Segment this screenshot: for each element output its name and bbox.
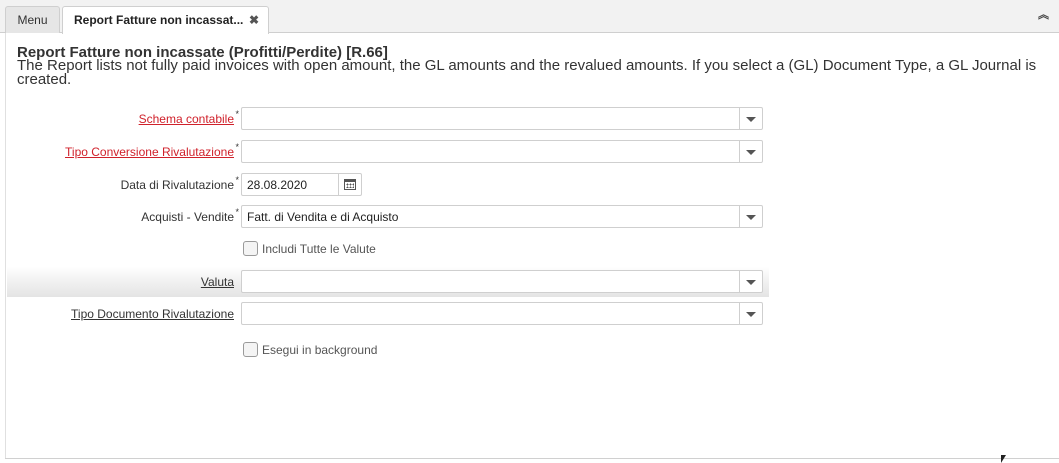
schema-dropdown-button[interactable]: [739, 108, 762, 129]
chevron-down-icon: [746, 280, 756, 285]
tipo-conversione-label[interactable]: Tipo Conversione Rivalutazione *: [65, 142, 239, 159]
data-label: Data di Rivalutazione *: [120, 175, 239, 192]
valuta-select[interactable]: [241, 270, 763, 293]
calendar-icon: [344, 179, 356, 190]
includi-label: Includi Tutte le Valute: [262, 242, 376, 256]
schema-label-text: Schema contabile: [138, 112, 234, 126]
esegui-checkbox[interactable]: [243, 342, 258, 357]
date-value: 28.08.2020: [247, 178, 308, 192]
acquisti-label-text: Acquisti - Vendite: [141, 210, 234, 224]
field-row-tipo-conversione: Tipo Conversione Rivalutazione *: [7, 137, 769, 167]
calendar-button[interactable]: [338, 173, 362, 196]
tab-report[interactable]: Report Fatture non incassat... ✖: [62, 6, 269, 34]
data-label-text: Data di Rivalutazione: [120, 178, 234, 192]
tab-report-label: Report Fatture non incassat...: [74, 13, 244, 27]
required-mark: *: [235, 175, 239, 185]
required-mark: *: [235, 207, 239, 217]
chevron-down-icon: [746, 312, 756, 317]
tab-bar: Menu Report Fatture non incassat... ✖ ︽: [0, 0, 1059, 34]
tipo-documento-select[interactable]: [241, 302, 763, 325]
schema-select[interactable]: [241, 107, 763, 130]
field-row-data: Data di Rivalutazione * 28.08.2020: [7, 170, 769, 200]
esegui-label: Esegui in background: [262, 343, 378, 357]
field-row-schema: Schema contabile *: [7, 104, 769, 134]
acquisti-label: Acquisti - Vendite *: [141, 207, 239, 224]
acquisti-select[interactable]: Fatt. di Vendita e di Acquisto: [241, 205, 763, 228]
close-icon[interactable]: ✖: [249, 7, 259, 33]
chevron-down-icon: [746, 117, 756, 122]
acquisti-value: Fatt. di Vendita e di Acquisto: [247, 210, 399, 224]
report-description: The Report lists not fully paid invoices…: [17, 57, 1037, 88]
mouse-pointer: [1001, 455, 1006, 463]
chevron-down-icon: [746, 215, 756, 220]
chevron-down-icon: [746, 150, 756, 155]
panel-bottom-border: [5, 458, 1059, 459]
valuta-label[interactable]: Valuta: [201, 275, 234, 289]
acquisti-dropdown-button[interactable]: [739, 206, 762, 227]
tipo-conversione-dropdown-button[interactable]: [739, 141, 762, 162]
tipo-conversione-select[interactable]: [241, 140, 763, 163]
includi-checkbox[interactable]: [243, 241, 258, 256]
date-input[interactable]: 28.08.2020: [241, 173, 339, 196]
tipo-documento-dropdown-button[interactable]: [739, 303, 762, 324]
required-mark: *: [235, 142, 239, 152]
schema-label[interactable]: Schema contabile *: [138, 109, 239, 126]
valuta-dropdown-button[interactable]: [739, 271, 762, 292]
collapse-icon[interactable]: ︽: [1038, 8, 1049, 22]
field-row-acquisti: Acquisti - Vendite * Fatt. di Vendita e …: [7, 202, 769, 232]
tipo-documento-label[interactable]: Tipo Documento Rivalutazione: [71, 307, 234, 321]
field-row-tipo-documento: Tipo Documento Rivalutazione: [7, 299, 769, 329]
report-panel: Report Fatture non incassate (Profitti/P…: [0, 33, 1059, 463]
required-mark: *: [235, 109, 239, 119]
tab-menu[interactable]: Menu: [5, 6, 60, 33]
field-row-valuta: Valuta: [7, 267, 769, 297]
tipo-conversione-label-text: Tipo Conversione Rivalutazione: [65, 145, 234, 159]
